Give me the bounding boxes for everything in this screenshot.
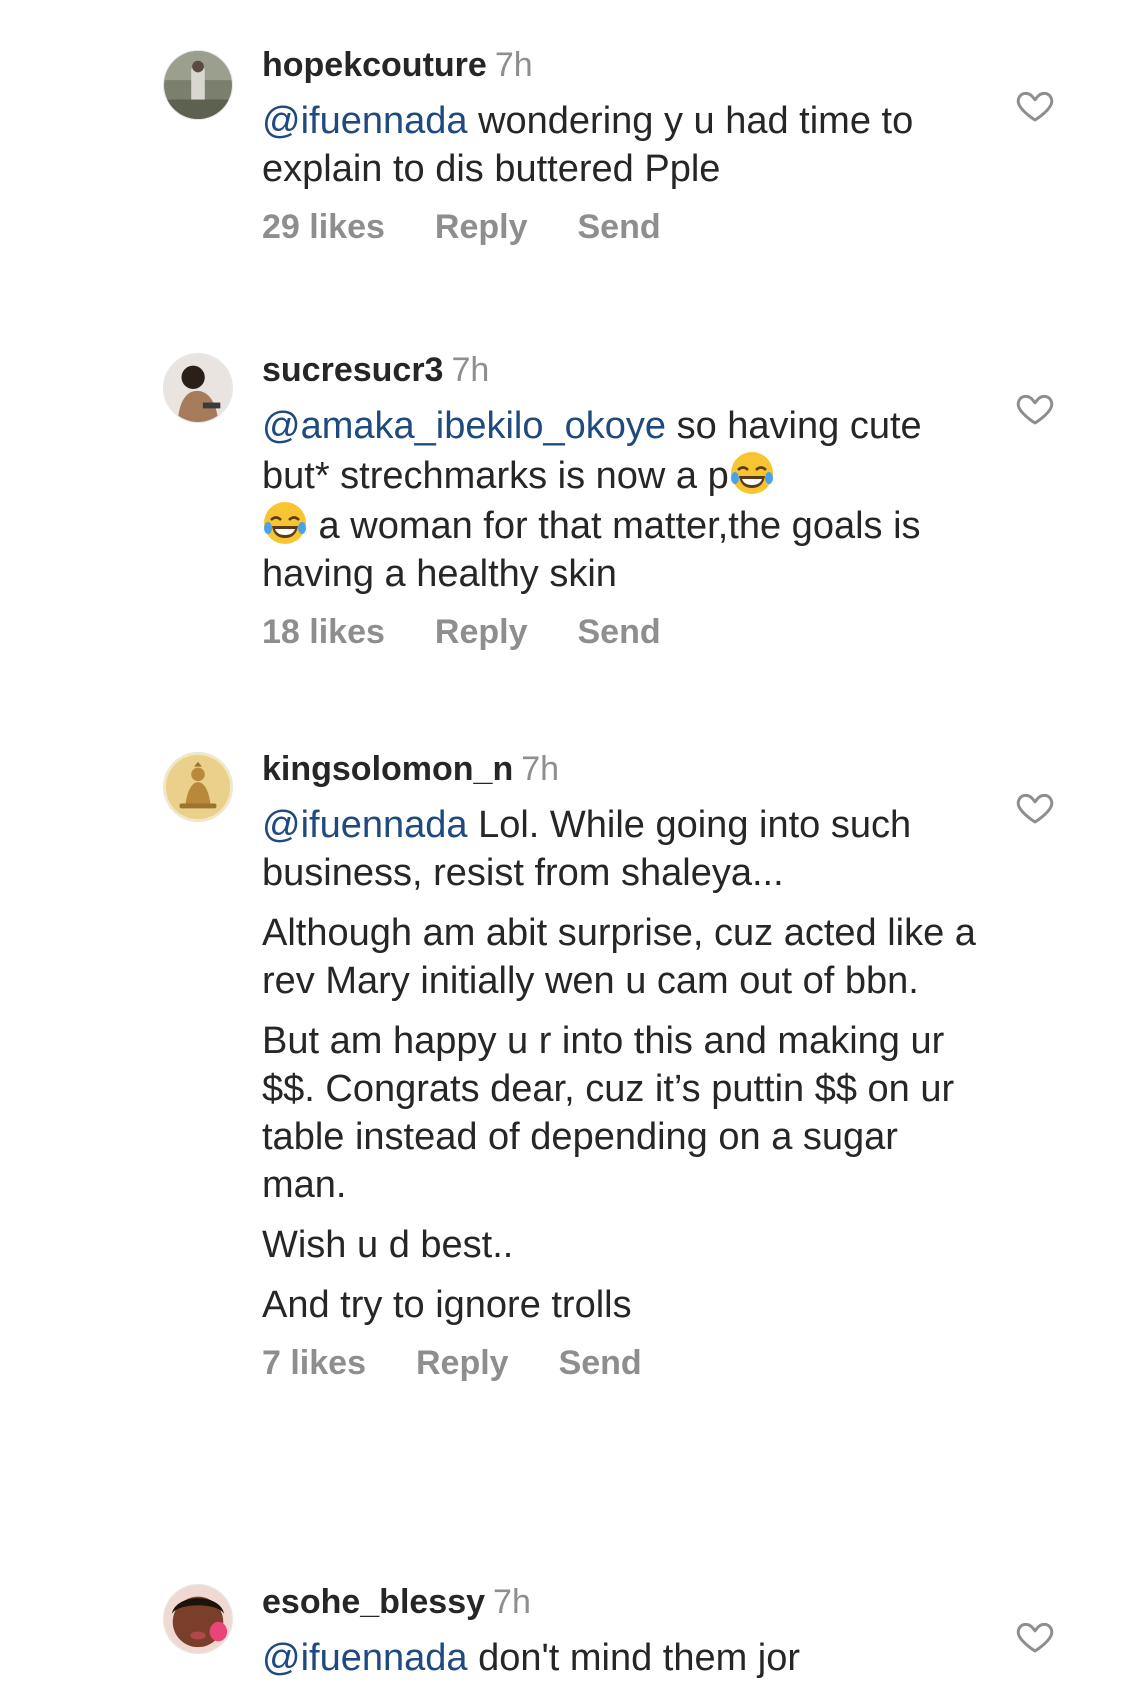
comment-actions: 7 likes Reply Send <box>262 1343 982 1383</box>
comment-text: @ifuennada don't mind them jor <box>262 1634 982 1682</box>
comment-actions: 29 likes Reply Send <box>262 207 982 247</box>
heart-outline-icon[interactable] <box>1015 1616 1055 1656</box>
heart-outline-icon[interactable] <box>1015 388 1055 428</box>
avatar-image <box>164 1585 232 1653</box>
mention-link[interactable]: @ifuennada <box>262 804 468 846</box>
comment-header: esohe_blessy 7h <box>262 1582 982 1622</box>
comment-header: sucresucr3 7h <box>262 350 982 390</box>
heart-outline-icon[interactable] <box>1015 787 1055 827</box>
timestamp: 7h <box>521 750 560 788</box>
username[interactable]: esohe_blessy <box>262 1583 485 1621</box>
send-button[interactable]: Send <box>559 1343 642 1383</box>
comment-header: hopekcouture 7h <box>262 45 982 85</box>
comment-text: @amaka_ibekilo_okoye so having cute but*… <box>262 402 982 598</box>
comment-text: @ifuennada wondering y u had time to exp… <box>262 97 982 193</box>
likes-count[interactable]: 29 likes <box>262 207 385 247</box>
comment-paragraph: And try to ignore trolls <box>262 1284 632 1326</box>
mention-link[interactable]: @ifuennada <box>262 100 468 142</box>
comment-actions: 18 likes Reply Send <box>262 612 982 652</box>
avatar-image <box>164 354 232 422</box>
comment-body: don't mind them jor <box>467 1637 801 1679</box>
laughing-emoji-icon <box>262 500 308 546</box>
heart-outline-icon[interactable] <box>1015 85 1055 125</box>
username[interactable]: kingsolomon_n <box>262 750 513 788</box>
comment-paragraph: @ifuennada Lol. While going into such bu… <box>262 801 982 897</box>
timestamp: 7h <box>494 46 533 84</box>
comment-paragraph: But am happy u r into this and making ur… <box>262 1020 955 1206</box>
avatar-image <box>164 753 232 821</box>
reply-button[interactable]: Reply <box>435 612 528 652</box>
send-button[interactable]: Send <box>577 207 660 247</box>
avatar[interactable] <box>163 752 233 822</box>
avatar[interactable] <box>163 50 233 120</box>
avatar[interactable] <box>163 1584 233 1654</box>
comment-header: kingsolomon_n 7h <box>262 749 982 789</box>
comment-body: a woman for that matter,the goals is hav… <box>262 505 921 595</box>
reply-button[interactable]: Reply <box>435 207 528 247</box>
likes-count[interactable]: 7 likes <box>262 1343 366 1383</box>
likes-count[interactable]: 18 likes <box>262 612 385 652</box>
comment-paragraph: Wish u d best.. <box>262 1224 514 1266</box>
timestamp: 7h <box>493 1583 531 1621</box>
reply-button[interactable]: Reply <box>416 1343 509 1383</box>
timestamp: 7h <box>451 351 490 389</box>
mention-link[interactable]: @amaka_ibekilo_okoye <box>262 405 666 447</box>
avatar-image <box>164 51 232 119</box>
comment-paragraph: Although am abit surprise, cuz acted lik… <box>262 912 976 1002</box>
laughing-emoji-icon <box>729 450 775 496</box>
avatar[interactable] <box>163 353 233 423</box>
username[interactable]: hopekcouture <box>262 46 487 84</box>
username[interactable]: sucresucr3 <box>262 351 443 389</box>
send-button[interactable]: Send <box>577 612 660 652</box>
comment-text: @ifuennada Lol. While going into such bu… <box>262 801 982 1329</box>
mention-link[interactable]: @ifuennada <box>262 1637 468 1679</box>
